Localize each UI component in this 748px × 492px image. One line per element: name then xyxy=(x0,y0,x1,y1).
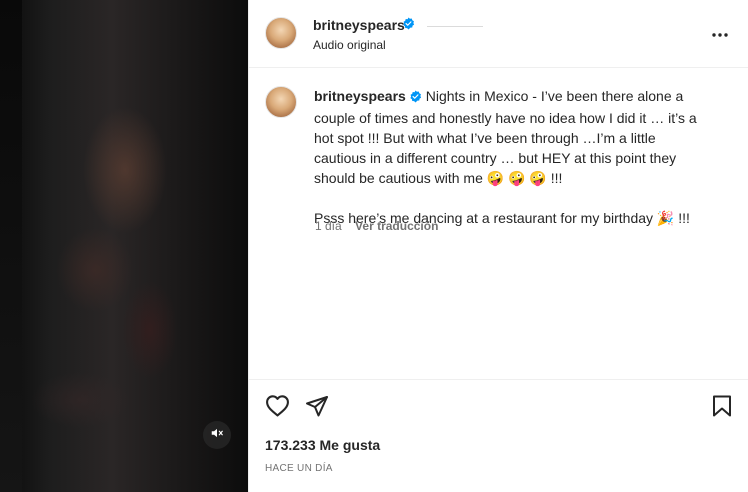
mute-button[interactable] xyxy=(203,421,231,449)
save-button[interactable] xyxy=(709,395,735,421)
action-bar xyxy=(249,381,748,441)
likes-count[interactable]: 173.233 Me gusta xyxy=(265,437,380,453)
like-button[interactable] xyxy=(264,395,290,421)
muted-speaker-icon xyxy=(210,426,224,445)
caption-text: Nights in Mexico - I’ve been there alone… xyxy=(314,88,697,226)
caption-username[interactable]: britneyspears xyxy=(314,88,406,104)
verified-badge-icon xyxy=(409,88,422,108)
heart-icon xyxy=(265,394,290,422)
caption-meta: 1 día Ver traducción xyxy=(315,219,438,233)
share-button[interactable] xyxy=(304,395,330,421)
header-username[interactable]: britneyspears xyxy=(313,17,405,33)
see-translation-button[interactable]: Ver traducción xyxy=(355,219,438,233)
caption-time: 1 día xyxy=(315,219,342,233)
bookmark-icon xyxy=(712,395,732,422)
more-horizontal-icon xyxy=(710,28,730,45)
header-separator xyxy=(427,26,483,27)
post-header: britneyspears Audio original xyxy=(249,0,748,68)
caption-avatar[interactable] xyxy=(265,86,297,118)
verified-badge-icon xyxy=(402,17,415,35)
avatar[interactable] xyxy=(265,17,297,49)
post-date[interactable]: HACE UN DÍA xyxy=(265,463,333,474)
caption-body: britneyspears Nights in Mexico - I’ve be… xyxy=(314,86,706,228)
share-icon xyxy=(305,395,329,422)
more-options-button[interactable] xyxy=(710,28,730,40)
video-player[interactable] xyxy=(0,0,248,492)
audio-link[interactable]: Audio original xyxy=(313,38,386,52)
caption-section: britneyspears Nights in Mexico - I’ve be… xyxy=(249,68,748,380)
